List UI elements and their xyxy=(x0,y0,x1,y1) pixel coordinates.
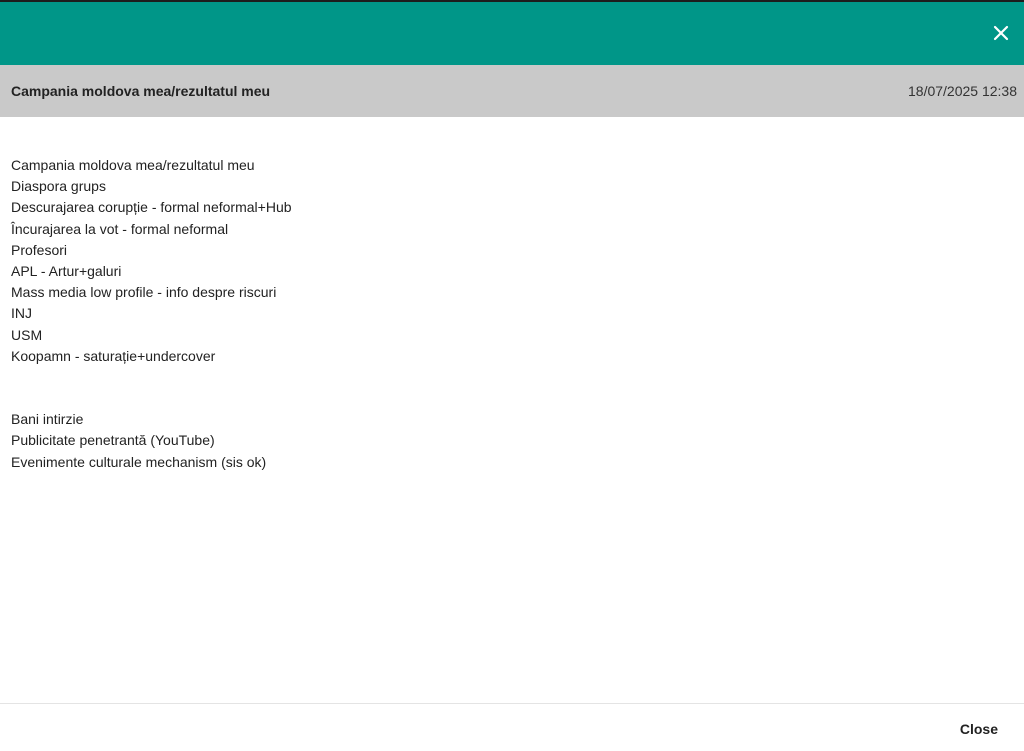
close-icon[interactable] xyxy=(990,22,1012,44)
note-blank-line xyxy=(11,367,1001,388)
dialog-footer: Close xyxy=(0,703,1024,751)
note-line: Koopamn - saturație+undercover xyxy=(11,347,216,364)
note-header: Campania moldova mea/rezultatul meu 18/0… xyxy=(0,65,1024,117)
note-line: Diaspora grups xyxy=(11,178,106,195)
note-body: Campania moldova mea/rezultatul meu Dias… xyxy=(11,155,1001,473)
note-blank-line xyxy=(11,388,1001,409)
note-line: Descurajarea corupție - formal neformal+… xyxy=(11,199,292,216)
dialog-titlebar xyxy=(0,2,1024,65)
note-line: APL - Artur+galuri xyxy=(11,262,122,279)
note-line: Bani intirzie xyxy=(11,411,84,428)
note-line: Publicitate penetrantă (YouTube) xyxy=(11,432,215,449)
note-line: Mass media low profile - info despre ris… xyxy=(11,284,277,301)
note-datetime: 18/07/2025 12:38 xyxy=(908,83,1017,99)
note-line: Evenimente culturale mechanism (sis ok) xyxy=(11,453,267,470)
note-line: USM xyxy=(11,326,43,343)
note-title: Campania moldova mea/rezultatul meu xyxy=(11,83,271,99)
note-dialog: Campania moldova mea/rezultatul meu 18/0… xyxy=(0,0,1024,751)
close-button[interactable]: Close xyxy=(960,721,998,737)
note-line: Campania moldova mea/rezultatul meu xyxy=(11,157,255,173)
note-line: Profesori xyxy=(11,241,68,258)
note-line: INJ xyxy=(11,305,32,322)
note-line: Încurajarea la vot - formal neformal xyxy=(11,220,229,237)
